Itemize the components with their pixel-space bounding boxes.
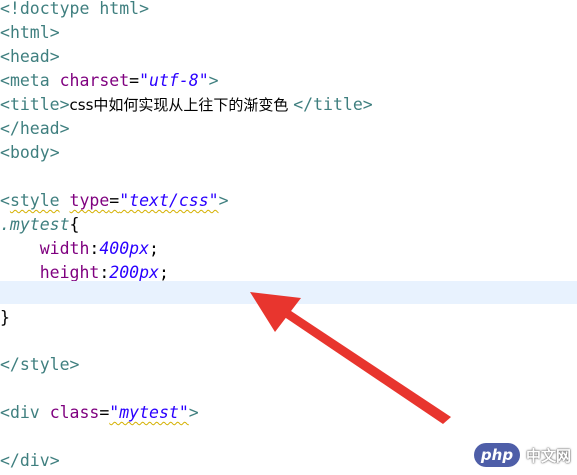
watermark-text: 中文网	[525, 446, 571, 465]
arrow-shaft	[277, 305, 451, 424]
arrow-head	[250, 292, 301, 332]
red-arrow-annotation	[250, 292, 451, 424]
php-logo: php	[473, 443, 520, 467]
php-cn-watermark: php 中文网	[473, 443, 571, 467]
